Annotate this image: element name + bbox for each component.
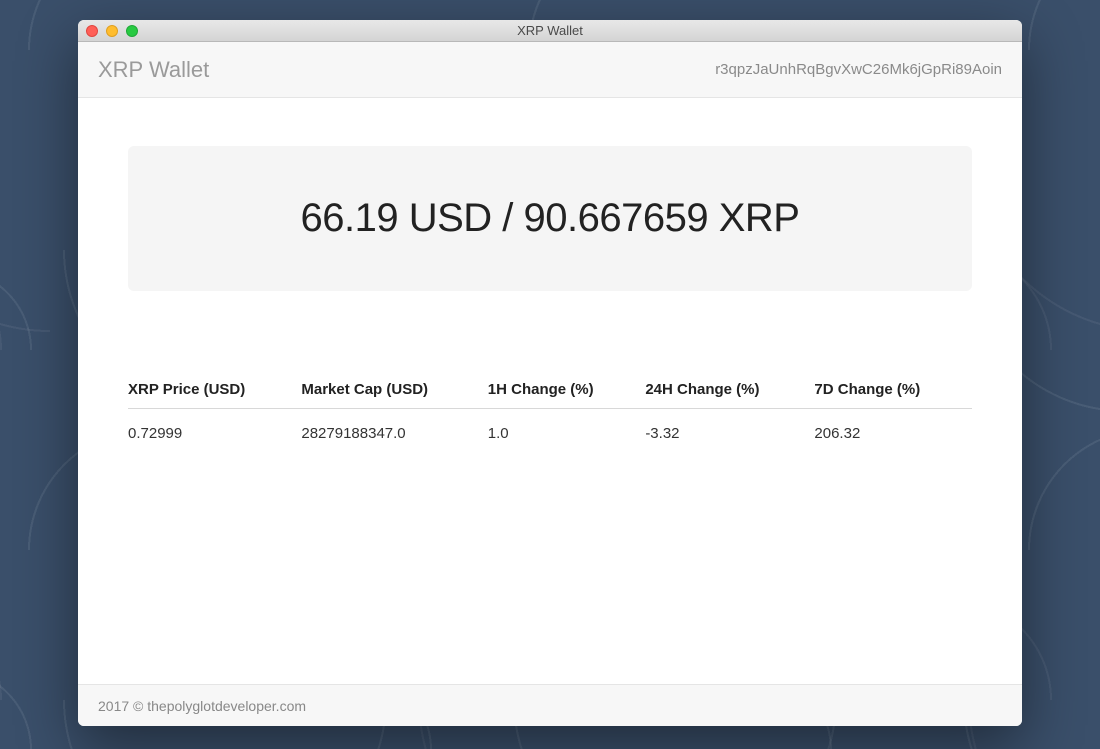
cell-1h-change: 1.0 [488, 409, 646, 459]
cell-24h-change: -3.32 [645, 409, 814, 459]
main-content: 66.19 USD / 90.667659 XRP XRP Price (USD… [78, 98, 1022, 684]
col-header-price: XRP Price (USD) [128, 371, 301, 409]
cell-market-cap: 28279188347.0 [301, 409, 487, 459]
col-header-market-cap: Market Cap (USD) [301, 371, 487, 409]
col-header-24h-change: 24H Change (%) [645, 371, 814, 409]
col-header-1h-change: 1H Change (%) [488, 371, 646, 409]
col-header-7d-change: 7D Change (%) [814, 371, 972, 409]
window-titlebar[interactable]: XRP Wallet [78, 20, 1022, 42]
app-footer: 2017 © thepolyglotdeveloper.com [78, 684, 1022, 726]
cell-7d-change: 206.32 [814, 409, 972, 459]
app-title: XRP Wallet [98, 57, 209, 83]
balance-card: 66.19 USD / 90.667659 XRP [128, 146, 972, 291]
wallet-address: r3qpzJaUnhRqBgvXwC26Mk6jGpRi89Aoin [715, 61, 1002, 78]
window-title: XRP Wallet [78, 23, 1022, 38]
table-header-row: XRP Price (USD) Market Cap (USD) 1H Chan… [128, 371, 972, 409]
app-header: XRP Wallet r3qpzJaUnhRqBgvXwC26Mk6jGpRi8… [78, 42, 1022, 98]
minimize-window-button[interactable] [106, 25, 118, 37]
maximize-window-button[interactable] [126, 25, 138, 37]
cell-price: 0.72999 [128, 409, 301, 459]
table-row: 0.72999 28279188347.0 1.0 -3.32 206.32 [128, 409, 972, 459]
stats-table: XRP Price (USD) Market Cap (USD) 1H Chan… [128, 371, 972, 458]
footer-copyright: 2017 © thepolyglotdeveloper.com [98, 698, 306, 714]
traffic-lights [86, 25, 138, 37]
close-window-button[interactable] [86, 25, 98, 37]
balance-display: 66.19 USD / 90.667659 XRP [148, 196, 952, 241]
app-window: XRP Wallet XRP Wallet r3qpzJaUnhRqBgvXwC… [78, 20, 1022, 726]
